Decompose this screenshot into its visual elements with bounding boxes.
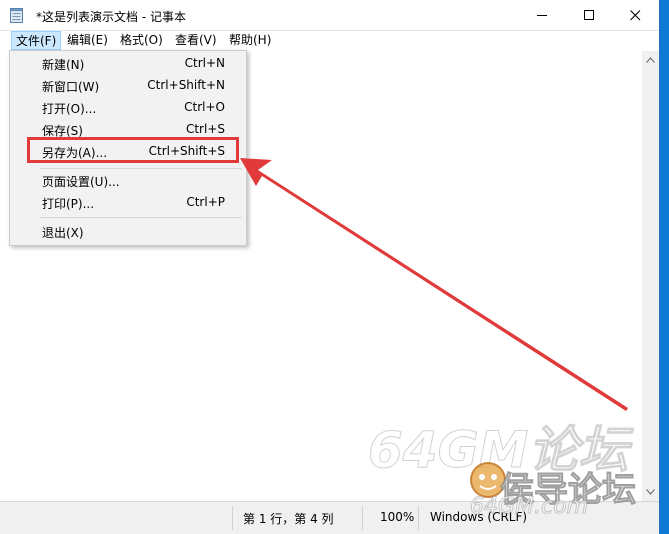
close-icon <box>630 10 641 21</box>
maximize-button[interactable] <box>567 0 613 30</box>
menu-item-label: 新窗口(W) <box>42 80 100 94</box>
vertical-scrollbar[interactable] <box>642 51 659 501</box>
desktop-background <box>660 0 669 533</box>
status-cursor-position: 第 1 行，第 4 列 <box>243 512 334 526</box>
title-bar[interactable]: *这是列表演示文档 - 记事本 <box>0 0 659 31</box>
menu-item-shortcut: Ctrl+S <box>185 122 225 136</box>
notepad-icon <box>10 8 23 23</box>
menu-item-label: 打开(O)... <box>42 102 97 116</box>
menu-help[interactable]: 帮助(H) <box>225 31 275 50</box>
menu-edit[interactable]: 编辑(E) <box>63 31 112 50</box>
minimize-icon <box>537 15 547 16</box>
menu-item-label: 新建(N) <box>42 58 85 72</box>
maximize-icon <box>584 10 594 20</box>
menu-item-label: 退出(X) <box>42 226 84 240</box>
menu-item-new-window[interactable]: 新窗口(W) Ctrl+Shift+N <box>10 75 246 97</box>
menu-format[interactable]: 格式(O) <box>116 31 167 50</box>
scroll-down-icon[interactable] <box>646 489 655 495</box>
menu-item-label: 页面设置(U)... <box>42 175 120 189</box>
menu-item-label: 打印(P)... <box>42 197 95 211</box>
menu-view[interactable]: 查看(V) <box>171 31 221 50</box>
status-separator <box>418 506 419 530</box>
highlight-box <box>27 137 239 163</box>
menu-item-shortcut: Ctrl+O <box>184 100 225 114</box>
menu-item-shortcut: Ctrl+Shift+N <box>147 78 225 92</box>
menu-separator <box>40 168 242 169</box>
close-button[interactable] <box>613 0 659 30</box>
menu-item-exit[interactable]: 退出(X) <box>10 221 246 243</box>
status-line-ending: Windows (CRLF) <box>430 510 528 524</box>
minimize-button[interactable] <box>520 0 566 30</box>
menu-file[interactable]: 文件(F) <box>11 31 62 50</box>
status-bar: 第 1 行，第 4 列 100% Windows (CRLF) <box>0 501 659 534</box>
scroll-up-icon[interactable] <box>646 57 655 63</box>
status-zoom: 100% <box>380 510 415 524</box>
menu-item-page-setup[interactable]: 页面设置(U)... <box>10 170 246 192</box>
menu-separator <box>40 217 242 218</box>
menu-item-shortcut: Ctrl+N <box>184 56 225 70</box>
menu-item-new[interactable]: 新建(N) Ctrl+N <box>10 53 246 75</box>
status-separator <box>232 506 233 530</box>
menu-item-shortcut: Ctrl+P <box>186 195 225 209</box>
menu-item-open[interactable]: 打开(O)... Ctrl+O <box>10 97 246 119</box>
menu-bar: 文件(F) 编辑(E) 格式(O) 查看(V) 帮助(H) <box>0 31 659 50</box>
status-separator <box>362 506 363 530</box>
menu-item-print[interactable]: 打印(P)... Ctrl+P <box>10 192 246 214</box>
window-title: *这是列表演示文档 - 记事本 <box>36 10 186 24</box>
